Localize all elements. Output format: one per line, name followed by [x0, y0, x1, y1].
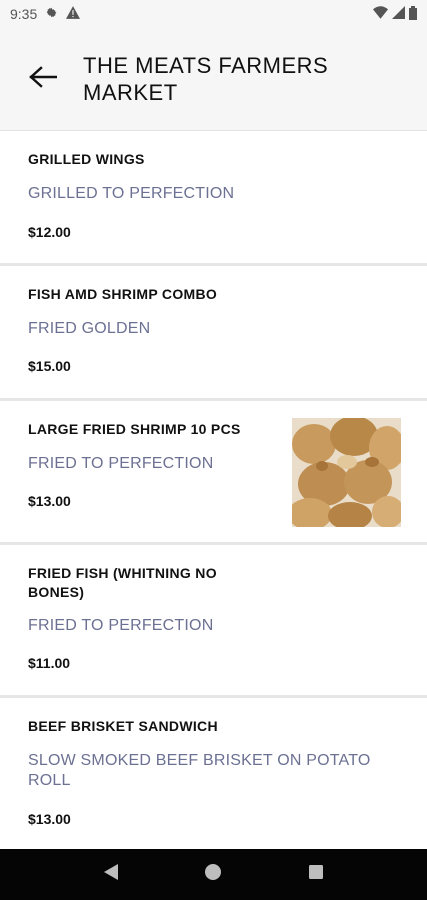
item-name: FISH AMD SHRIMP COMBO [28, 286, 218, 302]
status-left: 9:35 [10, 6, 81, 22]
item-description: GRILLED TO PERFECTION [28, 185, 235, 202]
item-price: $13.00 [28, 811, 71, 827]
back-button[interactable] [28, 65, 58, 93]
item-description: SLOW SMOKED BEEF BRISKET ON POTATO ROLL [28, 752, 371, 789]
battery-icon [409, 5, 417, 23]
item-name: GRILLED WINGS [28, 151, 145, 167]
signal-icon [392, 6, 405, 22]
page-title: THE MEATS FARMERS MARKET [83, 53, 329, 105]
app-bar: THE MEATS FARMERS MARKET [0, 28, 427, 131]
item-price: $13.00 [28, 493, 71, 509]
menu-item[interactable]: LARGE FRIED SHRIMP 10 PCS FRIED TO PERFE… [0, 401, 427, 545]
item-description: FRIED TO PERFECTION [28, 617, 214, 634]
home-circle-icon[interactable] [204, 863, 222, 886]
item-price: $15.00 [28, 358, 71, 374]
item-price: $11.00 [28, 655, 71, 671]
recents-square-icon[interactable] [308, 864, 324, 885]
wifi-icon [373, 6, 388, 22]
menu-item[interactable]: FISH AMD SHRIMP COMBO FRIED GOLDEN $15.0… [0, 266, 427, 401]
menu-item[interactable]: FRIED FISH (WHITNING NO BONES) FRIED TO … [0, 545, 427, 698]
system-nav-bar [0, 849, 427, 900]
status-right [373, 5, 417, 23]
status-bar: 9:35 [0, 0, 427, 28]
menu-list: GRILLED WINGS GRILLED TO PERFECTION $12.… [0, 131, 427, 851]
item-price: $12.00 [28, 224, 71, 240]
fried-shrimp-image [288, 416, 405, 530]
back-triangle-icon[interactable] [103, 863, 119, 886]
item-name: BEEF BRISKET SANDWICH [28, 718, 218, 734]
status-time: 9:35 [10, 6, 38, 22]
item-name: FRIED FISH (WHITNING NO BONES) [28, 565, 217, 600]
menu-item[interactable]: BEEF BRISKET SANDWICH SLOW SMOKED BEEF B… [0, 698, 427, 851]
item-description: FRIED GOLDEN [28, 320, 151, 337]
arrow-left-icon [29, 65, 58, 93]
menu-item[interactable]: GRILLED WINGS GRILLED TO PERFECTION $12.… [0, 131, 427, 266]
gear-icon [45, 6, 58, 22]
item-name: LARGE FRIED SHRIMP 10 PCS [28, 421, 241, 437]
warning-icon [66, 6, 81, 22]
